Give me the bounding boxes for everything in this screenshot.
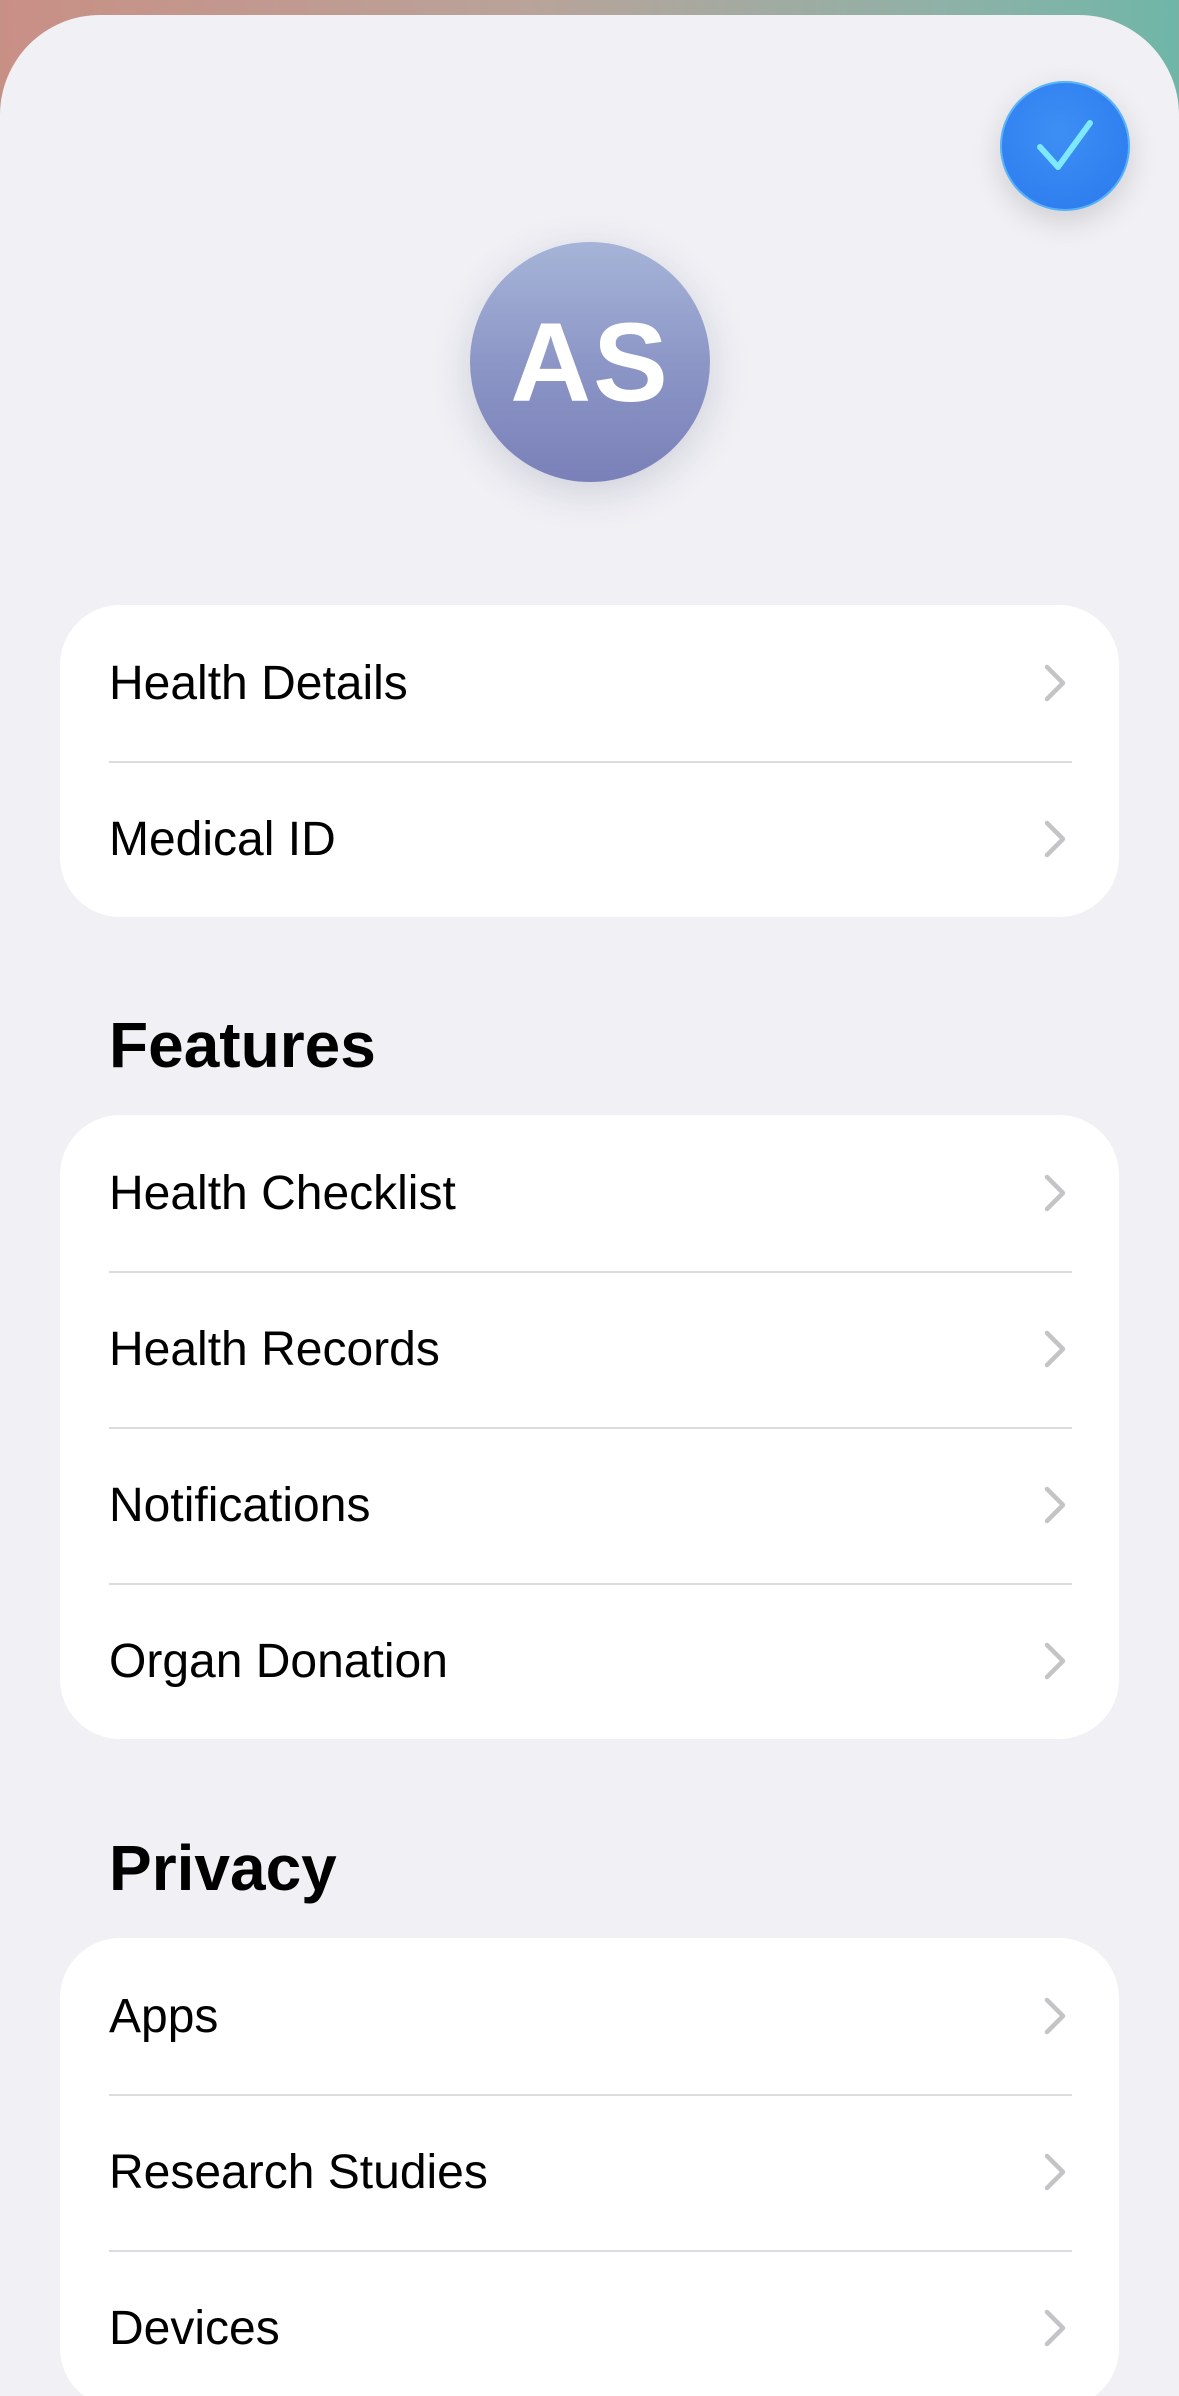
profile-sheet: AS Health Details Medical ID Features He… — [0, 15, 1179, 2396]
chevron-right-icon — [1044, 1486, 1066, 1524]
chevron-right-icon — [1044, 2309, 1066, 2347]
row-health-details[interactable]: Health Details — [60, 605, 1119, 761]
row-label: Apps — [109, 1989, 219, 2043]
chevron-right-icon — [1044, 1642, 1066, 1680]
chevron-right-icon — [1044, 1997, 1066, 2035]
row-organ-donation[interactable]: Organ Donation — [60, 1583, 1119, 1739]
features-group: Health Checklist Health Records Notifica… — [60, 1115, 1119, 1739]
row-label: Health Checklist — [109, 1166, 456, 1220]
chevron-right-icon — [1044, 664, 1066, 702]
row-label: Notifications — [109, 1478, 371, 1532]
chevron-right-icon — [1044, 820, 1066, 858]
section-title-features: Features — [109, 1009, 376, 1081]
chevron-right-icon — [1044, 1330, 1066, 1368]
row-medical-id[interactable]: Medical ID — [60, 761, 1119, 917]
row-health-records[interactable]: Health Records — [60, 1271, 1119, 1427]
row-research-studies[interactable]: Research Studies — [60, 2094, 1119, 2250]
chevron-right-icon — [1044, 2153, 1066, 2191]
row-devices[interactable]: Devices — [60, 2250, 1119, 2396]
row-label: Health Records — [109, 1322, 440, 1376]
avatar[interactable]: AS — [470, 242, 710, 482]
done-button[interactable] — [1000, 81, 1130, 211]
profile-group: Health Details Medical ID — [60, 605, 1119, 917]
row-notifications[interactable]: Notifications — [60, 1427, 1119, 1583]
row-label: Research Studies — [109, 2145, 488, 2199]
row-label: Devices — [109, 2301, 280, 2355]
avatar-initials: AS — [510, 299, 670, 425]
checkmark-icon — [1037, 120, 1093, 170]
privacy-group: Apps Research Studies Devices — [60, 1938, 1119, 2396]
row-label: Health Details — [109, 656, 408, 710]
row-label: Medical ID — [109, 812, 336, 866]
row-health-checklist[interactable]: Health Checklist — [60, 1115, 1119, 1271]
section-title-privacy: Privacy — [109, 1832, 337, 1904]
row-apps[interactable]: Apps — [60, 1938, 1119, 2094]
chevron-right-icon — [1044, 1174, 1066, 1212]
row-label: Organ Donation — [109, 1634, 448, 1688]
